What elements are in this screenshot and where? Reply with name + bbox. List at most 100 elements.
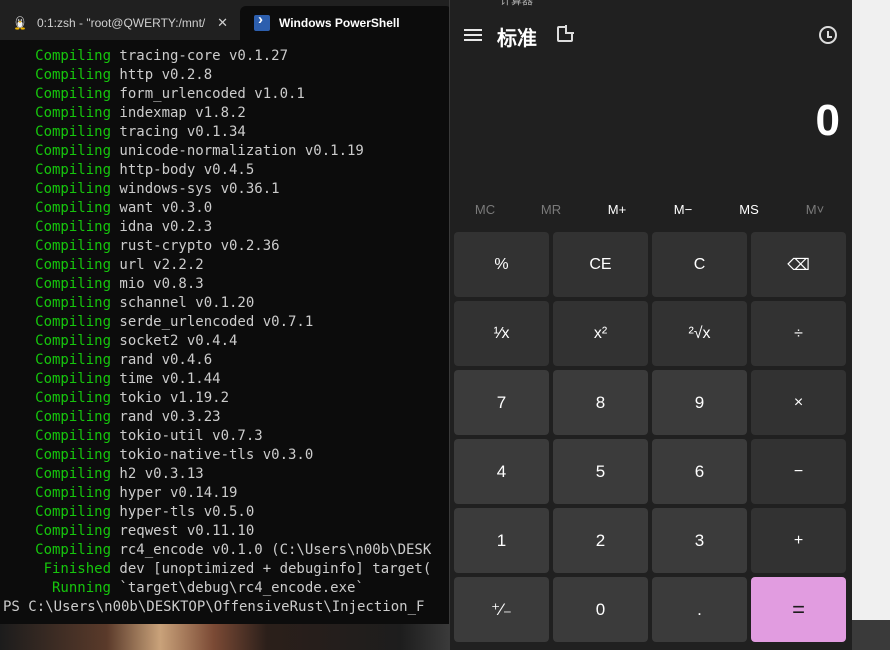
build-status: Compiling bbox=[35, 86, 111, 102]
terminal-line: Compiling serde_urlencoded v0.7.1 bbox=[0, 313, 431, 332]
clear-button[interactable]: C bbox=[652, 232, 747, 297]
terminal-line: Compiling schannel v0.1.20 bbox=[0, 294, 431, 313]
build-status: Running bbox=[51, 580, 111, 596]
build-status: Compiling bbox=[35, 276, 111, 292]
terminal-line: Compiling tokio-util v0.7.3 bbox=[0, 427, 431, 446]
line-text: tokio-util v0.7.3 bbox=[111, 428, 263, 444]
terminal-line: Compiling rand v0.3.23 bbox=[0, 408, 431, 427]
line-text: schannel v0.1.20 bbox=[111, 295, 255, 311]
build-status: Compiling bbox=[35, 352, 111, 368]
percent-button[interactable]: % bbox=[454, 232, 549, 297]
build-status: Compiling bbox=[35, 238, 111, 254]
terminal-window: 0:1:zsh - "root@QWERTY:/mnt/ ✕ Windows P… bbox=[0, 0, 452, 624]
terminal-line: Compiling indexmap v1.8.2 bbox=[0, 104, 431, 123]
close-tab-icon[interactable]: ✕ bbox=[217, 15, 228, 31]
line-text: mio v0.8.3 bbox=[111, 276, 204, 292]
subtract-button[interactable]: − bbox=[751, 439, 846, 504]
terminal-line: Compiling windows-sys v0.36.1 bbox=[0, 180, 431, 199]
build-status: Compiling bbox=[35, 333, 111, 349]
terminal-line: Compiling tokio v1.19.2 bbox=[0, 389, 431, 408]
terminal-line: Compiling tracing-core v0.1.27 bbox=[0, 47, 431, 66]
build-status: Compiling bbox=[35, 143, 111, 159]
line-text: h2 v0.3.13 bbox=[111, 466, 204, 482]
line-text: dev [unoptimized + debuginfo] target( bbox=[111, 561, 432, 577]
calculator-title: 计算器 bbox=[500, 0, 533, 7]
backspace-button[interactable]: ⌫ bbox=[751, 232, 846, 297]
keep-on-top-icon[interactable] bbox=[557, 25, 574, 42]
build-status: Compiling bbox=[35, 390, 111, 406]
memory-store-button[interactable]: MS bbox=[716, 196, 782, 224]
terminal-line: Finished dev [unoptimized + debuginfo] t… bbox=[0, 560, 432, 579]
build-status: Compiling bbox=[35, 409, 111, 425]
terminal-line: Compiling h2 v0.3.13 bbox=[0, 465, 431, 484]
build-status: Compiling bbox=[35, 200, 111, 216]
terminal-line: Compiling unicode-normalization v0.1.19 bbox=[0, 142, 431, 161]
terminal-line: Compiling time v0.1.44 bbox=[0, 370, 431, 389]
terminal-line: Compiling mio v0.8.3 bbox=[0, 275, 431, 294]
terminal-line: Compiling rand v0.4.6 bbox=[0, 351, 431, 370]
decimal-button[interactable]: . bbox=[652, 577, 747, 642]
line-text: serde_urlencoded v0.7.1 bbox=[111, 314, 314, 330]
build-status: Compiling bbox=[35, 485, 111, 501]
line-text: rust-crypto v0.2.36 bbox=[111, 238, 280, 254]
build-status: Compiling bbox=[35, 105, 111, 121]
digit-9-button[interactable]: 9 bbox=[652, 370, 747, 435]
digit-2-button[interactable]: 2 bbox=[553, 508, 648, 573]
line-text: reqwest v0.11.10 bbox=[111, 523, 255, 539]
terminal-line: Compiling http v0.2.8 bbox=[0, 66, 431, 85]
mode-title: 标准 bbox=[497, 26, 537, 50]
digit-4-button[interactable]: 4 bbox=[454, 439, 549, 504]
memory-list-button[interactable]: M˅ bbox=[782, 196, 848, 224]
add-button[interactable]: + bbox=[751, 508, 846, 573]
digit-0-button[interactable]: 0 bbox=[553, 577, 648, 642]
line-text: unicode-normalization v0.1.19 bbox=[111, 143, 364, 159]
terminal-line: Compiling want v0.3.0 bbox=[0, 199, 431, 218]
menu-icon[interactable] bbox=[464, 26, 482, 46]
memory-row: MC MR M+ M− MS M˅ bbox=[450, 196, 853, 224]
terminal-line: Running `target\debug\rc4_encode.exe` bbox=[0, 579, 431, 598]
build-status: Compiling bbox=[35, 371, 111, 387]
digit-5-button[interactable]: 5 bbox=[553, 439, 648, 504]
line-text: hyper-tls v0.5.0 bbox=[111, 504, 255, 520]
tab-zsh[interactable]: 0:1:zsh - "root@QWERTY:/mnt/ ✕ bbox=[0, 6, 240, 40]
terminal-line: Compiling hyper-tls v0.5.0 bbox=[0, 503, 431, 522]
terminal-line: Compiling rust-crypto v0.2.36 bbox=[0, 237, 431, 256]
digit-6-button[interactable]: 6 bbox=[652, 439, 747, 504]
line-text: socket2 v0.4.4 bbox=[111, 333, 238, 349]
memory-add-button[interactable]: M+ bbox=[584, 196, 650, 224]
digit-8-button[interactable]: 8 bbox=[553, 370, 648, 435]
digit-7-button[interactable]: 7 bbox=[454, 370, 549, 435]
equals-button[interactable]: = bbox=[751, 577, 846, 642]
memory-recall-button[interactable]: MR bbox=[518, 196, 584, 224]
square-button[interactable]: x² bbox=[553, 301, 648, 366]
line-text: tokio-native-tls v0.3.0 bbox=[111, 447, 314, 463]
line-text: http-body v0.4.5 bbox=[111, 162, 255, 178]
build-status: Compiling bbox=[35, 504, 111, 520]
terminal-line: Compiling hyper v0.14.19 bbox=[0, 484, 431, 503]
digit-3-button[interactable]: 3 bbox=[652, 508, 747, 573]
square-root-button[interactable]: ²√x bbox=[652, 301, 747, 366]
powershell-icon bbox=[254, 11, 270, 31]
line-text: `target\debug\rc4_encode.exe` bbox=[111, 580, 364, 596]
digit-1-button[interactable]: 1 bbox=[454, 508, 549, 573]
divide-button[interactable]: ÷ bbox=[751, 301, 846, 366]
multiply-button[interactable]: × bbox=[751, 370, 846, 435]
build-status: Compiling bbox=[35, 466, 111, 482]
terminal-line: Compiling tokio-native-tls v0.3.0 bbox=[0, 446, 431, 465]
line-text: http v0.2.8 bbox=[111, 67, 213, 83]
tab-powershell[interactable]: Windows PowerShell bbox=[240, 6, 452, 40]
shell-prompt[interactable]: PS C:\Users\n00b\DESKTOP\OffensiveRust\I… bbox=[0, 598, 431, 617]
history-icon[interactable] bbox=[819, 26, 837, 44]
build-status: Compiling bbox=[35, 428, 111, 444]
negate-button[interactable]: ⁺⁄₋ bbox=[454, 577, 549, 642]
build-status: Compiling bbox=[35, 447, 111, 463]
memory-clear-button[interactable]: MC bbox=[452, 196, 518, 224]
memory-subtract-button[interactable]: M− bbox=[650, 196, 716, 224]
background-window bbox=[852, 0, 890, 650]
reciprocal-button[interactable]: ¹⁄x bbox=[454, 301, 549, 366]
clear-entry-button[interactable]: CE bbox=[553, 232, 648, 297]
terminal-output: Compiling tracing-core v0.1.27 Compiling … bbox=[0, 47, 431, 617]
build-status: Compiling bbox=[35, 219, 111, 235]
line-text: rand v0.4.6 bbox=[111, 352, 213, 368]
line-text: form_urlencoded v1.0.1 bbox=[111, 86, 305, 102]
